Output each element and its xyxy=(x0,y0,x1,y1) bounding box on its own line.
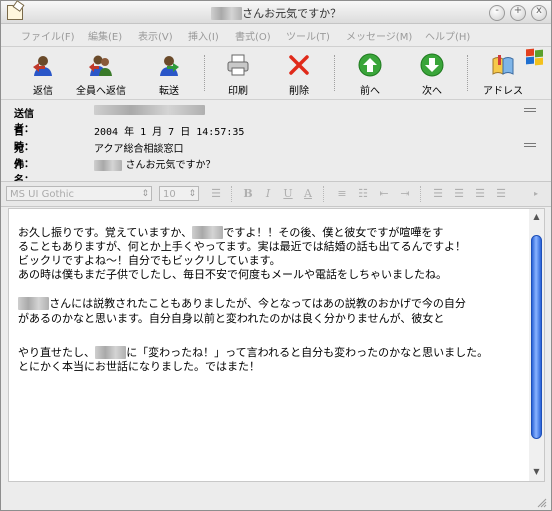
underline-icon[interactable]: U xyxy=(281,187,295,201)
toolbar: 返信 全員へ返信 転送 印刷 削除 前へ 次へ アドレス xyxy=(1,46,551,100)
toolbar-separator xyxy=(334,55,335,91)
reply-button[interactable]: 返信 xyxy=(19,51,67,97)
reply-icon xyxy=(33,56,52,76)
date-value: 2004 年 1 月 7 日 14:57:35 xyxy=(94,127,245,138)
font-select-value: MS UI Gothic xyxy=(10,189,75,200)
toolbar-overflow-icon[interactable]: ▸ xyxy=(529,187,543,201)
from-grip-icon[interactable] xyxy=(524,106,536,114)
window-title: ■■■さんお元気ですか？ xyxy=(1,5,551,21)
forward-icon xyxy=(160,56,179,76)
arrow-up-icon xyxy=(358,53,382,77)
font-select[interactable]: MS UI Gothic ⇕ xyxy=(6,186,152,201)
font-size-select[interactable]: 10 ⇕ xyxy=(159,186,199,201)
reply-all-button[interactable]: 全員へ返信 xyxy=(76,51,126,97)
toolbar-separator xyxy=(467,55,468,91)
address-book-button[interactable]: アドレス xyxy=(479,51,527,97)
menu-file[interactable]: ファイル(F) xyxy=(21,28,75,43)
bullet-list-icon[interactable]: ☷ xyxy=(356,187,370,201)
align-left-icon[interactable]: ☰ xyxy=(431,187,445,201)
chevron-down-icon: ⇕ xyxy=(141,189,149,199)
reply-all-icon xyxy=(89,55,112,76)
to-value[interactable]: アクア総合相談窓口 xyxy=(94,140,184,155)
reply-all-label: 全員へ返信 xyxy=(76,86,126,97)
previous-label: 前へ xyxy=(360,86,380,97)
to-grip-icon[interactable] xyxy=(524,141,536,149)
subject-value: ■■■ さんお元気ですか？ xyxy=(94,156,216,171)
font-color-icon[interactable]: A xyxy=(301,187,315,201)
body-line: とにかく本当にお世話になりました。ではまた！ xyxy=(18,360,260,373)
reply-label: 返信 xyxy=(33,86,53,97)
previous-button[interactable]: 前へ xyxy=(346,51,394,97)
next-label: 次へ xyxy=(422,86,442,97)
delete-label: 削除 xyxy=(289,86,309,97)
horizontal-scrollbar[interactable] xyxy=(8,482,545,496)
window-title-text: さんお元気ですか？ xyxy=(242,7,342,20)
menu-view[interactable]: 表示(V) xyxy=(138,28,173,43)
message-body[interactable]: お久し振りです。覚えていますか、■■■ですよ！！その後、僕と彼女ですが喧嘩をす … xyxy=(8,208,531,482)
format-toolbar: MS UI Gothic ⇕ 10 ⇕ ☰ B I U A ≡ ☷ ⇤ ⇥ ☰ ☰ … xyxy=(1,181,551,207)
print-label: 印刷 xyxy=(228,86,248,97)
body-line: あの時は僕もまだ子供でしたし、毎日不安で何度もメールや電話をしちゃいましたね。 xyxy=(18,268,447,281)
maximize-icon: + xyxy=(513,5,523,16)
next-button[interactable]: 次へ xyxy=(408,51,456,97)
redacted-name: ■■■ xyxy=(18,297,50,310)
menu-format[interactable]: 書式(O) xyxy=(235,28,271,43)
vertical-scrollbar[interactable]: ▲ ▼ xyxy=(529,208,545,482)
address-book-label: アドレス xyxy=(483,86,523,97)
align-center-icon[interactable]: ☰ xyxy=(452,187,466,201)
delete-icon xyxy=(289,55,309,75)
chevron-down-icon: ⇕ xyxy=(188,189,196,199)
font-size-value: 10 xyxy=(163,189,176,200)
toolbar-separator xyxy=(204,55,205,91)
bold-icon[interactable]: B xyxy=(241,187,255,201)
message-header: 送信者： ■■■■■■■■■■■■■ 日時： 2004 年 1 月 7 日 14… xyxy=(1,100,551,186)
paragraph-style-icon[interactable]: ☰ xyxy=(209,187,223,201)
italic-icon[interactable]: I xyxy=(261,187,275,201)
body-line: ■■■さんには説教されたこともありましたが、今となってはあの説教のおかげで今の自… xyxy=(18,295,466,311)
resize-grip-icon[interactable] xyxy=(537,498,547,508)
redacted-name: ■■■ xyxy=(210,7,243,20)
menu-edit[interactable]: 編集(E) xyxy=(88,28,122,43)
status-bar xyxy=(1,496,551,510)
indent-icon[interactable]: ⇥ xyxy=(398,187,412,201)
menu-tools[interactable]: ツール(T) xyxy=(286,28,330,43)
forward-label: 転送 xyxy=(159,86,179,97)
printer-icon xyxy=(227,54,249,76)
subject-text: さんお元気ですか？ xyxy=(125,160,216,171)
format-separator xyxy=(231,186,232,202)
arrow-down-icon xyxy=(420,53,444,77)
menu-bar: ファイル(F) 編集(E) 表示(V) 挿入(I) 書式(O) ツール(T) メ… xyxy=(1,24,551,66)
justify-icon[interactable]: ☰ xyxy=(494,187,508,201)
outdent-icon[interactable]: ⇤ xyxy=(377,187,391,201)
body-line: があるのかなと思います。自分自身以前と変われたのかは良く分かりませんが、彼女と xyxy=(18,312,445,325)
close-icon: x xyxy=(536,5,542,16)
address-book-icon xyxy=(492,55,514,75)
align-right-icon[interactable]: ☰ xyxy=(473,187,487,201)
redacted-name: ■■■ xyxy=(94,160,123,171)
print-button[interactable]: 印刷 xyxy=(214,51,262,97)
delete-button[interactable]: 削除 xyxy=(275,51,323,97)
minimize-icon: - xyxy=(495,5,499,16)
format-separator xyxy=(323,186,324,202)
close-button[interactable]: x xyxy=(531,5,547,21)
menu-message[interactable]: メッセージ(M) xyxy=(346,28,412,43)
scroll-down-icon[interactable]: ▼ xyxy=(532,467,541,476)
message-window: ■■■さんお元気ですか？ - + x ファイル(F) 編集(E) 表示(V) 挿… xyxy=(0,0,552,511)
scroll-up-icon[interactable]: ▲ xyxy=(532,212,541,221)
numbered-list-icon[interactable]: ≡ xyxy=(335,187,349,201)
maximize-button[interactable]: + xyxy=(510,5,526,21)
minimize-button[interactable]: - xyxy=(489,5,505,21)
menu-help[interactable]: ヘルプ(H) xyxy=(425,28,470,43)
forward-button[interactable]: 転送 xyxy=(145,51,193,97)
scrollbar-thumb[interactable] xyxy=(531,235,542,439)
from-value[interactable]: ■■■■■■■■■■■■■ xyxy=(94,105,205,115)
format-separator xyxy=(420,186,421,202)
menu-insert[interactable]: 挿入(I) xyxy=(188,28,219,43)
title-bar[interactable]: ■■■さんお元気ですか？ - + x xyxy=(1,1,551,24)
body-text: さんには説教されたこともありましたが、今となってはあの説教のおかげで今の自分 xyxy=(49,297,466,310)
